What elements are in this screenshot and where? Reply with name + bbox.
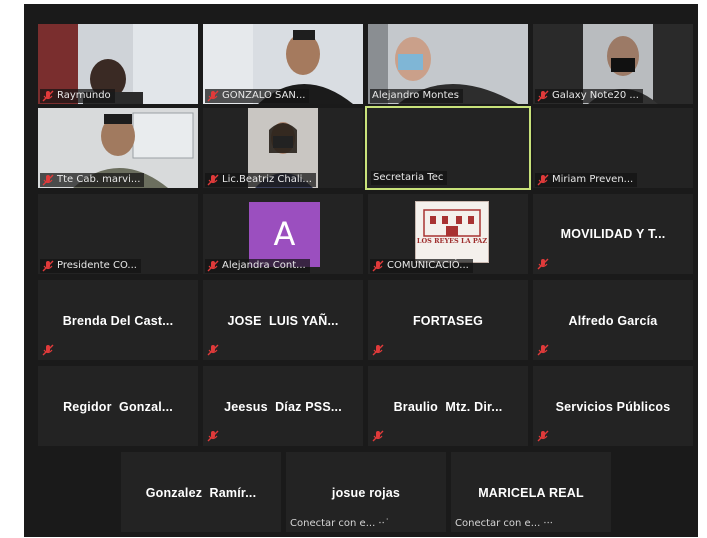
participant-name-bar: Alejandro Montes <box>370 89 463 103</box>
participant-name: MOVILIDAD Y T... <box>560 227 666 241</box>
participant-tile-alfredo[interactable]: Alfredo García <box>533 280 693 360</box>
participant-name: Alfredo García <box>568 314 658 328</box>
participant-tile-alejandra[interactable]: A Alejandra Cont... <box>203 194 363 274</box>
participant-tile-comunicacion[interactable]: LOS REYES LA PAZ COMUNICACIÓ... <box>368 194 528 274</box>
participant-tile-regidor[interactable]: Regidor Gonzal... <box>38 366 198 446</box>
mic-muted-icon <box>537 174 549 186</box>
participant-tile-miriam[interactable]: Miriam Preven... <box>533 108 693 188</box>
mic-muted-icon <box>207 260 219 272</box>
participant-name: Braulio Mtz. Dir... <box>393 400 503 414</box>
participant-name-bar: Alejandra Cont... <box>205 259 310 273</box>
participant-tile-servicios-publicos[interactable]: Servicios Públicos <box>533 366 693 446</box>
mic-muted-icon <box>42 260 54 272</box>
participant-tile-presidente[interactable]: Presidente CO... <box>38 194 198 274</box>
participant-name-bar: COMUNICACIÓ... <box>370 259 473 273</box>
participant-name: Raymundo <box>57 90 111 101</box>
mic-muted-icon <box>537 258 549 270</box>
mic-muted-icon <box>207 90 219 102</box>
participant-name: Gonzalez Ramír... <box>145 486 257 500</box>
mic-muted-icon <box>42 174 54 186</box>
participant-name-bar: Lic.Beatriz Chali... <box>205 173 316 187</box>
participant-name: GONZALO SAN... <box>222 90 306 101</box>
participant-tile-jeesus[interactable]: Jeesus Díaz PSS... <box>203 366 363 446</box>
meeting-gallery: Raymundo GONZALO SAN... Alejandro Montes <box>24 4 698 537</box>
participant-name-bar: Raymundo <box>40 89 115 103</box>
participant-name: MARICELA REAL <box>478 486 584 500</box>
participant-tile-maricela-real[interactable]: MARICELA REAL Conectar con e... ⋅⋅⋅ <box>451 452 611 532</box>
participant-name-bar: GONZALO SAN... <box>205 89 310 103</box>
participant-name: Regidor Gonzal... <box>63 400 173 414</box>
participant-name-bar: Miriam Preven... <box>535 173 638 187</box>
participant-tile-lic-beatriz[interactable]: Lic.Beatriz Chali... <box>203 108 363 188</box>
participant-name: Presidente CO... <box>57 260 137 271</box>
participant-tile-alejandro-montes[interactable]: Alejandro Montes <box>368 24 528 104</box>
participant-name: Lic.Beatriz Chali... <box>222 174 312 185</box>
participant-name: Servicios Públicos <box>555 400 671 414</box>
mic-muted-icon <box>372 344 384 356</box>
participant-tile-galaxy-note20[interactable]: Galaxy Note20 ... <box>533 24 693 104</box>
building-icon <box>423 209 481 237</box>
participant-name: COMUNICACIÓ... <box>387 260 469 271</box>
participant-tile-gonzalo[interactable]: GONZALO SAN... <box>203 24 363 104</box>
mic-muted-icon <box>207 430 219 442</box>
participant-name-bar: Galaxy Note20 ... <box>535 89 643 103</box>
mic-muted-icon <box>42 344 54 356</box>
participant-name-bar: Secretaria Tec <box>371 171 448 185</box>
logo-text: LOS REYES LA PAZ <box>416 237 488 245</box>
participant-tile-jose-luis[interactable]: JOSE LUIS YAÑ... <box>203 280 363 360</box>
participant-name: josue rojas <box>331 486 401 500</box>
connection-status: Conectar con e... ⋅⋅˙ <box>290 518 390 529</box>
participant-tile-josue-rojas[interactable]: josue rojas Conectar con e... ⋅⋅˙ <box>286 452 446 532</box>
participant-name: Alejandra Cont... <box>222 260 306 271</box>
participant-name: Tte Cab. marvi... <box>57 174 141 185</box>
participant-name-bar: Presidente CO... <box>40 259 141 273</box>
participant-name: Galaxy Note20 ... <box>552 90 639 101</box>
participant-name: FORTASEG <box>412 314 484 328</box>
participant-name-bar: Tte Cab. marvi... <box>40 173 145 187</box>
participant-tile-gonzalez-ramirez[interactable]: Gonzalez Ramír... <box>121 452 281 532</box>
mic-muted-icon <box>207 344 219 356</box>
participant-name: Miriam Preven... <box>552 174 634 185</box>
mic-muted-icon <box>207 174 219 186</box>
participant-name: Jeesus Díaz PSS... <box>224 400 342 414</box>
participant-tile-tte-cab-marvi[interactable]: Tte Cab. marvi... <box>38 108 198 188</box>
participant-name: Secretaria Tec <box>373 172 444 183</box>
mic-muted-icon <box>537 430 549 442</box>
participant-name: JOSE LUIS YAÑ... <box>227 314 339 328</box>
mic-muted-icon <box>537 90 549 102</box>
participant-tile-braulio[interactable]: Braulio Mtz. Dir... <box>368 366 528 446</box>
mic-muted-icon <box>537 344 549 356</box>
participant-tile-brenda[interactable]: Brenda Del Cast... <box>38 280 198 360</box>
avatar: A <box>249 202 320 267</box>
participant-tile-raymundo[interactable]: Raymundo <box>38 24 198 104</box>
participant-name: Alejandro Montes <box>372 90 459 101</box>
participant-tile-secretaria-tec[interactable]: Secretaria Tec <box>365 106 531 190</box>
participant-name: Brenda Del Cast... <box>62 314 174 328</box>
connection-status: Conectar con e... ⋅⋅⋅ <box>455 518 553 529</box>
organization-logo: LOS REYES LA PAZ <box>415 201 489 263</box>
mic-muted-icon <box>372 260 384 272</box>
mic-muted-icon <box>42 90 54 102</box>
participant-tile-fortaseg[interactable]: FORTASEG <box>368 280 528 360</box>
mic-muted-icon <box>372 430 384 442</box>
participant-tile-movilidad[interactable]: MOVILIDAD Y T... <box>533 194 693 274</box>
